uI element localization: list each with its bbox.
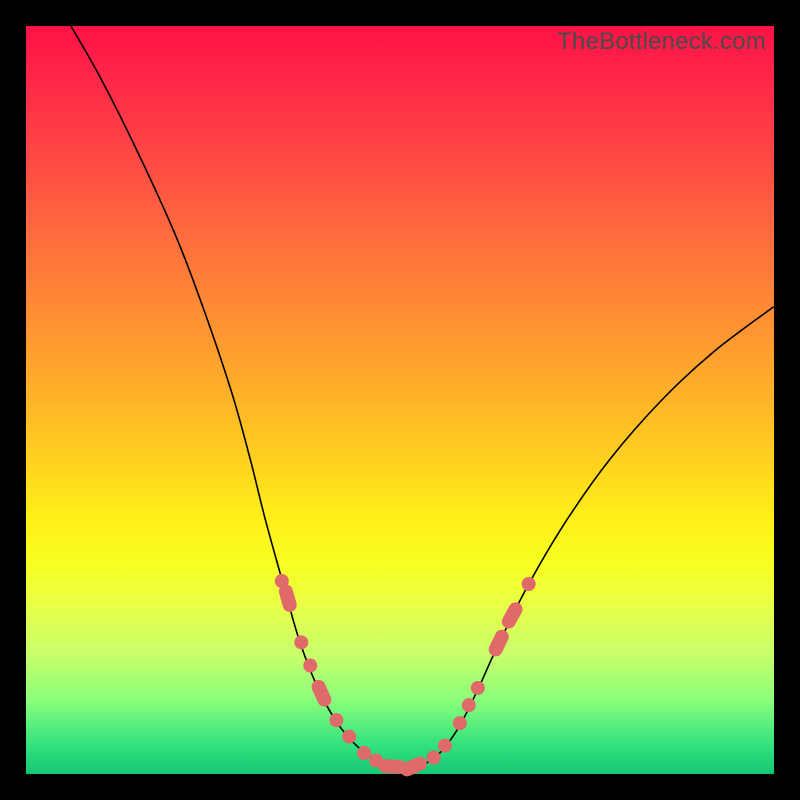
data-marker — [303, 659, 317, 673]
marker-group — [275, 574, 536, 779]
bottleneck-curve — [26, 26, 774, 774]
plot-area: TheBottleneck.com — [26, 26, 774, 774]
data-marker — [357, 746, 371, 760]
data-marker — [329, 713, 343, 727]
data-marker — [427, 751, 441, 765]
data-marker — [486, 627, 511, 658]
data-marker — [309, 678, 333, 709]
data-marker — [398, 754, 429, 778]
data-marker — [342, 730, 356, 744]
data-marker — [471, 681, 485, 695]
data-marker — [499, 600, 525, 631]
data-marker — [522, 577, 536, 591]
data-marker — [294, 635, 308, 649]
curve-path — [71, 26, 774, 768]
data-marker — [453, 716, 467, 730]
chart-frame: TheBottleneck.com — [0, 0, 800, 800]
data-marker — [462, 698, 476, 712]
data-marker — [438, 739, 452, 753]
data-marker — [277, 583, 298, 614]
